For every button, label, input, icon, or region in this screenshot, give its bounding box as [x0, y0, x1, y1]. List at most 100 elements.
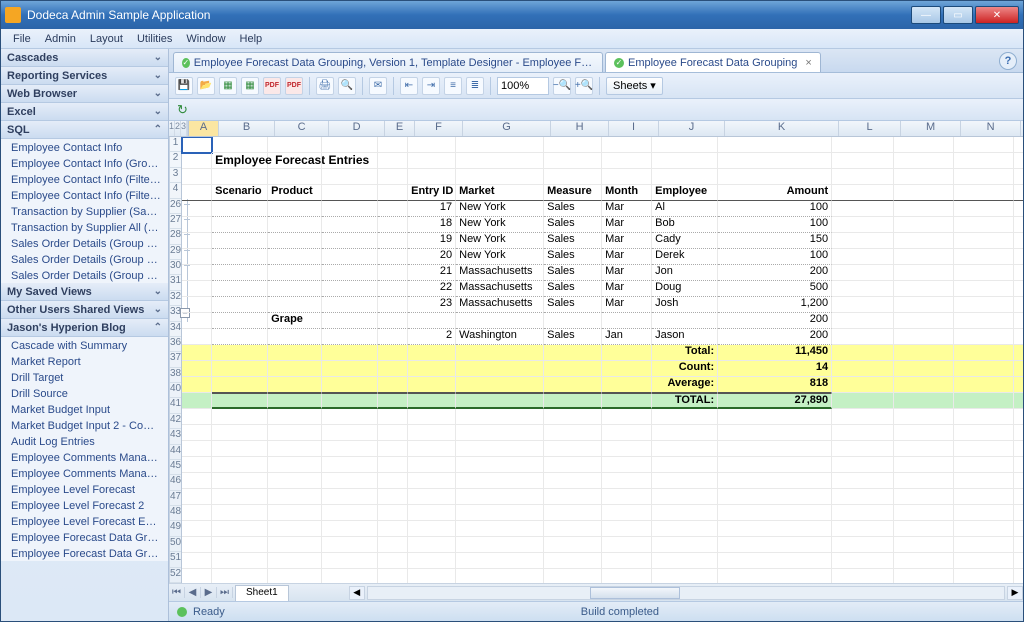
sidebar-reporting[interactable]: Reporting Services⌄	[1, 67, 168, 85]
sheet-nav-first[interactable]: ⏮	[169, 587, 185, 598]
column-header[interactable]: L	[839, 121, 901, 136]
row-header[interactable]: 2	[170, 152, 181, 167]
sidebar-item[interactable]: Sales Order Details (Group by Prod...	[1, 235, 168, 251]
row-header[interactable]: 48	[170, 506, 181, 521]
sidebar-jasonblog[interactable]: Jason's Hyperion Blog⌃	[1, 319, 168, 337]
row-header[interactable]: 32	[170, 291, 181, 306]
sheet-tab[interactable]: Sheet1	[235, 585, 289, 601]
column-header[interactable]: D	[329, 121, 385, 136]
sidebar-item[interactable]: Market Report	[1, 353, 168, 369]
sidebar-item[interactable]: Employee Forecast Data Grouping	[1, 529, 168, 545]
row-header[interactable]: 3	[170, 168, 181, 183]
sidebar-excel[interactable]: Excel⌄	[1, 103, 168, 121]
sidebar-item[interactable]: Employee Contact Info (Filtered by:...	[1, 187, 168, 203]
column-header[interactable]: F	[415, 121, 463, 136]
sidebar-othershared[interactable]: Other Users Shared Views⌄	[1, 301, 168, 319]
sidebar-webbrowser[interactable]: Web Browser⌄	[1, 85, 168, 103]
column-header[interactable]: M	[901, 121, 961, 136]
align2-icon[interactable]: ≣	[466, 77, 484, 95]
excel-open-icon[interactable]: ▦	[241, 77, 259, 95]
hscroll-right[interactable]: ▶	[1007, 586, 1023, 600]
row-header[interactable]: 51	[170, 552, 181, 567]
email-icon[interactable]: ✉	[369, 77, 387, 95]
menu-utilities[interactable]: Utilities	[131, 32, 178, 46]
row-header[interactable]: 43	[170, 429, 181, 444]
sidebar-item[interactable]: Employee Level Forecast Entries	[1, 513, 168, 529]
sidebar-item[interactable]: Sales Order Details (Group by Prod...	[1, 267, 168, 283]
row-header[interactable]: 28	[170, 229, 181, 244]
indent-icon[interactable]: ⇥	[422, 77, 440, 95]
hscroll-track[interactable]	[367, 586, 1005, 600]
row-header[interactable]: 37	[170, 352, 181, 367]
outdent-icon[interactable]: ⇤	[400, 77, 418, 95]
sidebar-item[interactable]: Employee Contact Info	[1, 139, 168, 155]
sidebar-item[interactable]: Transaction by Supplier (Sample Ba...	[1, 203, 168, 219]
sheets-dropdown[interactable]: Sheets▾	[606, 77, 663, 95]
sidebar-sql[interactable]: SQL⌃	[1, 121, 168, 139]
help-button[interactable]: ?	[999, 52, 1017, 70]
column-header[interactable]: C	[275, 121, 329, 136]
column-header[interactable]: J	[659, 121, 725, 136]
minimize-button[interactable]: —	[911, 6, 941, 24]
sidebar-item[interactable]: Employee Comments Management...	[1, 449, 168, 465]
column-header[interactable]: N	[961, 121, 1021, 136]
maximize-button[interactable]: ▭	[943, 6, 973, 24]
sidebar-item[interactable]: Market Budget Input	[1, 401, 168, 417]
row-header[interactable]: 4	[170, 183, 181, 198]
save-icon[interactable]: 💾	[175, 77, 193, 95]
menu-admin[interactable]: Admin	[39, 32, 82, 46]
row-header[interactable]: 31	[170, 275, 181, 290]
excel-export-icon[interactable]: ▦	[219, 77, 237, 95]
row-header[interactable]: 29	[170, 245, 181, 260]
sidebar-item[interactable]: Drill Target	[1, 369, 168, 385]
open-icon[interactable]: 📂	[197, 77, 215, 95]
sidebar-item[interactable]: Employee Comments Management	[1, 465, 168, 481]
sidebar-item[interactable]: Market Budget Input 2 - Comments	[1, 417, 168, 433]
column-header[interactable]: A	[189, 121, 219, 136]
row-header[interactable]: 47	[170, 491, 181, 506]
pdf-open-icon[interactable]: PDF	[285, 77, 303, 95]
column-header[interactable]: G	[463, 121, 551, 136]
row-header[interactable]: 44	[170, 445, 181, 460]
sidebar-item[interactable]: Employee Level Forecast 2	[1, 497, 168, 513]
grid-cells[interactable]: Employee Forecast EntriesScenarioProduct…	[182, 137, 1023, 583]
hscroll-thumb[interactable]	[590, 587, 680, 599]
print-icon[interactable]: 🖨	[316, 77, 334, 95]
sidebar-item[interactable]: Cascade with Summary	[1, 337, 168, 353]
sidebar-item[interactable]: Employee Forecast Data Grouping 2	[1, 545, 168, 561]
menu-window[interactable]: Window	[180, 32, 231, 46]
row-header[interactable]: 30	[170, 260, 181, 275]
outline-level-3[interactable]: 3	[181, 121, 187, 136]
zoom-input[interactable]	[497, 77, 549, 95]
row-header[interactable]: 45	[170, 460, 181, 475]
align-icon[interactable]: ≡	[444, 77, 462, 95]
sidebar-item[interactable]: Transaction by Supplier All (Sample...	[1, 219, 168, 235]
tab-forecast-grouping[interactable]: ✓ Employee Forecast Data Grouping ×	[605, 52, 821, 72]
tab-template-designer[interactable]: ✓ Employee Forecast Data Grouping, Versi…	[173, 52, 603, 72]
pdf-icon[interactable]: PDF	[263, 77, 281, 95]
sidebar-item[interactable]: Audit Log Entries	[1, 433, 168, 449]
row-header[interactable]: 34	[170, 322, 181, 337]
menu-file[interactable]: File	[7, 32, 37, 46]
sheet-nav-prev[interactable]: ◀	[185, 587, 201, 598]
sidebar-cascades[interactable]: Cascades⌄	[1, 49, 168, 67]
row-header[interactable]: 50	[170, 537, 181, 552]
sidebar-item[interactable]: Drill Source	[1, 385, 168, 401]
close-icon[interactable]: ×	[805, 57, 811, 69]
zoom-out-icon[interactable]: −🔍	[553, 77, 571, 95]
print-preview-icon[interactable]: 🔍	[338, 77, 356, 95]
row-header[interactable]: 36	[170, 337, 181, 352]
column-header[interactable]: E	[385, 121, 415, 136]
menu-layout[interactable]: Layout	[84, 32, 129, 46]
column-header[interactable]: I	[609, 121, 659, 136]
row-header[interactable]: 40	[170, 383, 181, 398]
row-header[interactable]: 46	[170, 475, 181, 490]
row-header[interactable]: 27	[170, 214, 181, 229]
menu-help[interactable]: Help	[234, 32, 269, 46]
hscroll-left[interactable]: ◀	[349, 586, 365, 600]
column-header[interactable]: K	[725, 121, 839, 136]
row-header[interactable]: 1	[170, 137, 181, 152]
column-header[interactable]: H	[551, 121, 609, 136]
sheet-nav-next[interactable]: ▶	[201, 587, 217, 598]
sheet-nav-last[interactable]: ⏭	[217, 587, 233, 598]
